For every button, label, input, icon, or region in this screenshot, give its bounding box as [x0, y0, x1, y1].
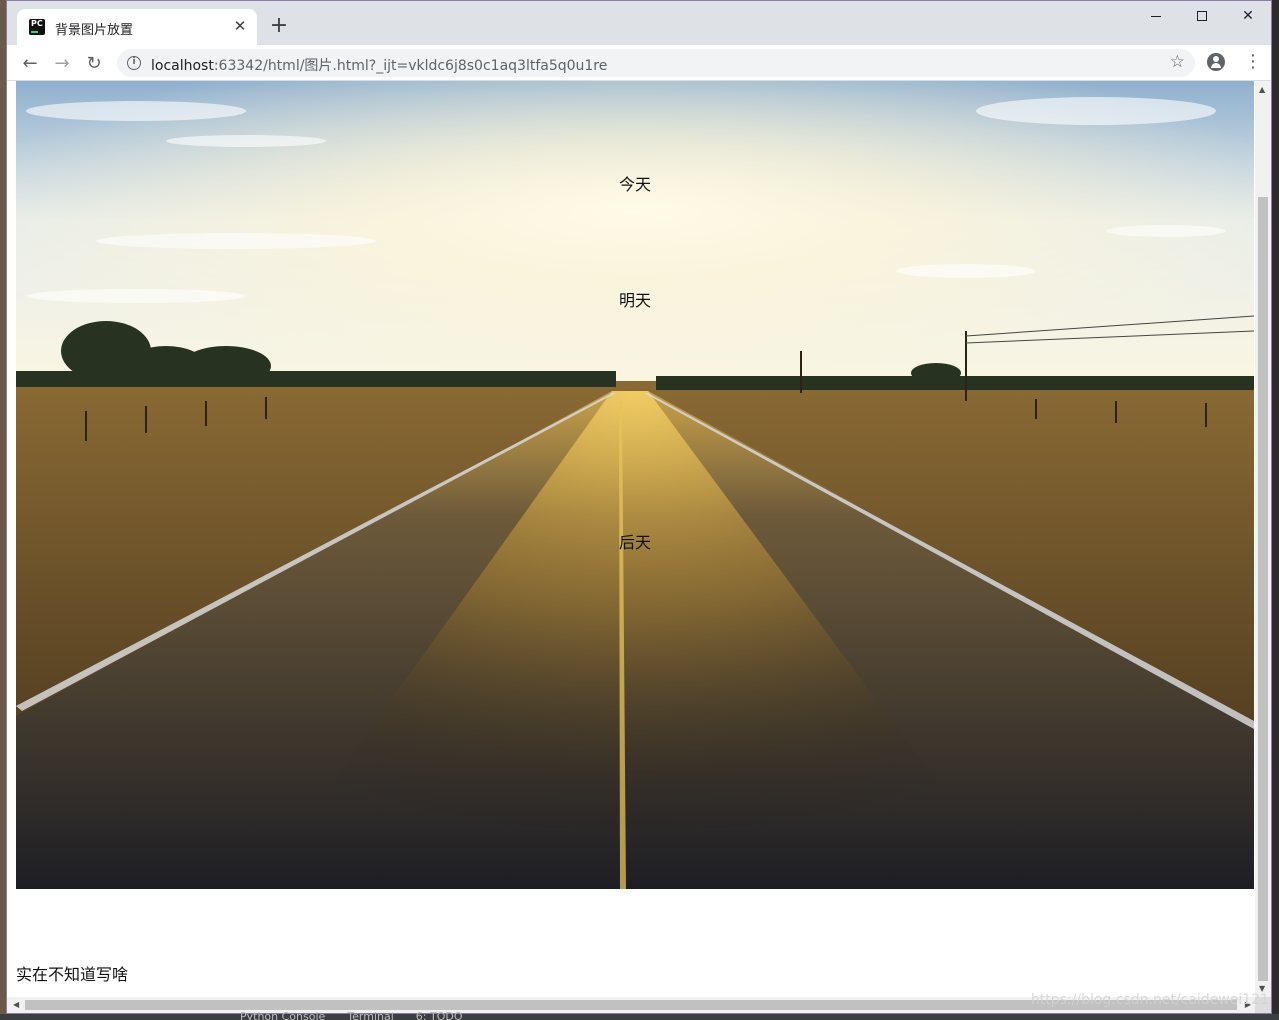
star-icon[interactable]: ☆	[1170, 52, 1185, 72]
close-window-icon: ✕	[1242, 8, 1254, 24]
ide-tab-terminal[interactable]: Terminal	[347, 1010, 394, 1020]
account-icon[interactable]	[1207, 53, 1225, 71]
browser-toolbar: ← → ↻ i localhost:63342/html/图片.html?_ij…	[7, 45, 1271, 81]
minimize-button[interactable]	[1133, 1, 1179, 31]
plus-icon[interactable]: +	[267, 15, 291, 39]
url-host: localhost	[151, 58, 214, 74]
close-window-button[interactable]: ✕	[1225, 1, 1271, 31]
watermark: https://blog.csdn.net/caidewei121	[1030, 992, 1269, 1008]
text-tomorrow: 明天	[618, 291, 651, 310]
tab-active[interactable]: PC 背景图片放置 ✕	[17, 9, 257, 45]
tab-strip: PC 背景图片放置 ✕ + ✕	[7, 1, 1271, 45]
maximize-icon	[1197, 11, 1207, 21]
reload-icon[interactable]: ↻	[80, 49, 108, 77]
url-text[interactable]: localhost:63342/html/图片.html?_ijt=vkldc6…	[151, 55, 607, 75]
window-controls: ✕	[1133, 1, 1271, 31]
ide-background-strip	[1272, 0, 1279, 1020]
page-viewport: 今天 明天 后天 实在不知道写啥	[7, 81, 1255, 997]
ide-tab-todo[interactable]: 6: TODO	[416, 1010, 463, 1020]
scroll-left-icon[interactable]: ◀	[13, 1000, 19, 1009]
address-bar[interactable]: i localhost:63342/html/图片.html?_ijt=vkld…	[117, 49, 1195, 77]
kebab-menu-icon[interactable]: ⋮	[1243, 53, 1263, 73]
road-background-image: 今天 明天 后天	[16, 81, 1254, 889]
road-scene-drawing	[16, 81, 1254, 889]
ide-status-strip	[0, 1014, 1279, 1020]
info-icon[interactable]: i	[127, 56, 141, 70]
vertical-scrollbar[interactable]: ▲ ▼	[1255, 81, 1271, 997]
browser-window: PC 背景图片放置 ✕ + ✕ ← → ↻ i localhost:63342/…	[6, 0, 1272, 1014]
maximize-button[interactable]	[1179, 1, 1225, 31]
url-path: :63342/html/图片.html?_ijt=vkldc6j8s0c1aq3…	[213, 58, 608, 74]
close-icon[interactable]: ✕	[231, 17, 249, 35]
tab-title: 背景图片放置	[55, 23, 134, 38]
text-day-after: 后天	[618, 533, 651, 552]
text-today: 今天	[618, 175, 651, 194]
ide-tab-python-console[interactable]: Python Console	[240, 1010, 325, 1020]
arrow-right-icon[interactable]: →	[48, 49, 76, 77]
minimize-icon	[1151, 15, 1161, 17]
ide-tool-tabs: Python Console Terminal 6: TODO	[240, 1010, 463, 1020]
arrow-left-icon[interactable]: ←	[16, 49, 44, 77]
pycharm-favicon-icon: PC	[29, 19, 45, 35]
footer-text: 实在不知道写啥	[16, 965, 129, 984]
vertical-scroll-thumb[interactable]	[1258, 197, 1268, 981]
scroll-up-icon[interactable]: ▲	[1259, 85, 1265, 94]
